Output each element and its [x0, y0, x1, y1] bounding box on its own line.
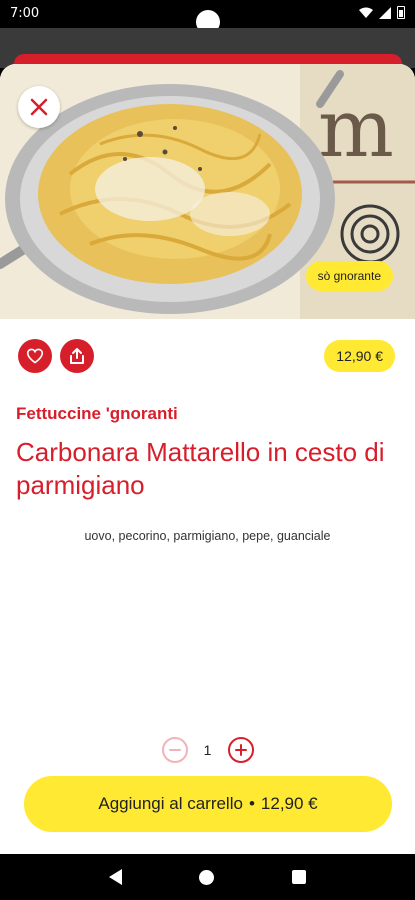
- recents-icon[interactable]: [292, 870, 307, 884]
- add-to-cart-separator: •: [248, 794, 255, 813]
- decrease-quantity-button[interactable]: [161, 737, 188, 763]
- product-detail-sheet: m sò gnorante 12,90 € Fettuccine 'gnoran…: [0, 64, 415, 854]
- product-title: Carbonara Mattarello in cesto di parmigi…: [16, 437, 385, 500]
- status-time: 7:00: [10, 6, 40, 21]
- status-bar: 7:00: [0, 0, 415, 34]
- quantity-stepper: 1: [0, 735, 415, 765]
- back-icon[interactable]: [108, 869, 122, 885]
- signal-icon: [379, 6, 391, 19]
- system-nav-bar: [0, 854, 415, 900]
- battery-icon: [397, 6, 405, 19]
- wifi-icon: [359, 7, 373, 18]
- add-to-cart-total: 12,90 €: [260, 794, 318, 813]
- add-to-cart-button[interactable]: Aggiungi al carrello • 12,90 €: [24, 776, 392, 832]
- share-button[interactable]: [60, 339, 94, 373]
- home-icon[interactable]: [199, 869, 215, 885]
- add-to-cart-label: Aggiungi al carrello: [98, 794, 243, 813]
- increase-quantity-button[interactable]: [227, 737, 254, 763]
- favorite-button[interactable]: [18, 339, 52, 373]
- status-icons: [359, 6, 405, 19]
- plus-icon: [234, 744, 247, 756]
- close-button[interactable]: [18, 86, 60, 128]
- quantity-value: 1: [203, 742, 212, 758]
- product-category: Fettuccine 'gnoranti: [16, 404, 178, 423]
- action-row: [18, 339, 94, 373]
- product-ingredients: uovo, pecorino, parmigiano, pepe, guanci…: [84, 529, 331, 543]
- heart-icon: [26, 348, 44, 364]
- price-badge: 12,90 €: [324, 340, 395, 372]
- product-tag: sò gnorante: [305, 261, 393, 291]
- product-image: m sò gnorante: [0, 64, 415, 319]
- share-icon: [70, 348, 84, 364]
- minus-icon: [168, 749, 181, 751]
- close-icon: [30, 98, 48, 116]
